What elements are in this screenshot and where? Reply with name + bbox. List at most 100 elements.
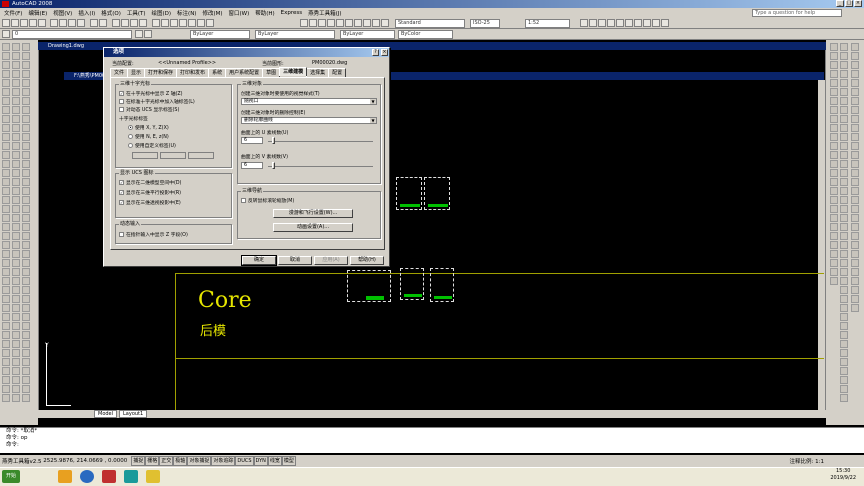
tool-icon[interactable] <box>22 232 30 240</box>
leader-icon[interactable] <box>354 19 362 27</box>
toggle-otrack[interactable]: 对象追踪 <box>211 456 236 466</box>
tab-plot-publish[interactable]: 打印和发布 <box>176 68 210 77</box>
tool-icon[interactable] <box>851 187 859 195</box>
tool-icon[interactable] <box>851 43 859 51</box>
tool-icon[interactable] <box>840 376 848 384</box>
layout-icon[interactable] <box>652 19 660 27</box>
tool-icon[interactable] <box>830 52 838 60</box>
join-icon[interactable] <box>12 151 20 159</box>
tool-icon[interactable] <box>851 277 859 285</box>
tool-icon[interactable] <box>851 70 859 78</box>
color-combo[interactable]: ByLayer <box>190 30 250 39</box>
tool-icon[interactable] <box>830 61 838 69</box>
tool-icon[interactable] <box>22 367 30 375</box>
u-isolines-input[interactable]: 6 <box>241 137 263 144</box>
walk-fly-settings-button[interactable]: 漫游和飞行设置(W)... <box>273 209 353 218</box>
tool-icon[interactable] <box>851 232 859 240</box>
tool-icon[interactable] <box>840 196 848 204</box>
toggle-ortho[interactable]: 正交 <box>159 456 174 466</box>
app-icon[interactable] <box>102 470 116 483</box>
tab-layout1[interactable]: Layout1 <box>119 410 148 418</box>
tool-icon[interactable] <box>851 205 859 213</box>
tool-icon[interactable] <box>851 124 859 132</box>
tool-icon[interactable] <box>840 133 848 141</box>
dim-edit-icon[interactable] <box>381 19 389 27</box>
menu-help[interactable]: 帮助(H) <box>255 9 274 17</box>
tool-icon[interactable] <box>840 178 848 186</box>
ucs-parallel-checkbox[interactable]: ✓ 显示在三维平行投影中(R) <box>119 189 181 196</box>
tool-icon[interactable] <box>22 142 30 150</box>
dim-aligned-icon[interactable] <box>309 19 317 27</box>
tool-icon[interactable] <box>851 196 859 204</box>
tool-icon[interactable] <box>851 79 859 87</box>
tool-icon[interactable] <box>2 295 10 303</box>
tool-icon[interactable] <box>840 52 848 60</box>
help-search-input[interactable]: Type a question for help <box>752 9 842 17</box>
tool-icon[interactable] <box>830 88 838 96</box>
spline-icon[interactable] <box>2 115 10 123</box>
v-isolines-input[interactable]: 6 <box>241 162 263 169</box>
tool-icon[interactable] <box>12 340 20 348</box>
tool-icon[interactable] <box>22 196 30 204</box>
tool-icon[interactable] <box>12 214 20 222</box>
tool-icon[interactable] <box>830 142 838 150</box>
scale-icon[interactable] <box>12 106 20 114</box>
tool-icon[interactable] <box>851 61 859 69</box>
tool-icon[interactable] <box>12 259 20 267</box>
dim-continue-icon[interactable] <box>345 19 353 27</box>
dim-angle-icon[interactable] <box>327 19 335 27</box>
menu-view[interactable]: 视图(V) <box>53 9 72 17</box>
tool-icon[interactable] <box>2 358 10 366</box>
tool-icon[interactable] <box>22 385 30 393</box>
tool-icon[interactable] <box>840 331 848 339</box>
tool-icon[interactable] <box>22 115 30 123</box>
tool-icon[interactable] <box>22 259 30 267</box>
tool-icon[interactable] <box>12 295 20 303</box>
tool-icon[interactable] <box>22 331 30 339</box>
paste-icon[interactable] <box>68 19 76 27</box>
redo-icon[interactable] <box>99 19 107 27</box>
tool-icon[interactable] <box>22 88 30 96</box>
tool-icon[interactable] <box>830 214 838 222</box>
start-button[interactable]: 开始 <box>2 470 20 483</box>
new-icon[interactable] <box>2 19 10 27</box>
tool-icon[interactable] <box>840 286 848 294</box>
model-icon[interactable] <box>643 19 651 27</box>
tool-icon[interactable] <box>22 169 30 177</box>
tool-icon[interactable] <box>22 151 30 159</box>
use-nez-radio[interactable]: 使用 N, E, z(N) <box>128 133 169 140</box>
custom-label-z-input[interactable] <box>188 152 214 159</box>
toggle-grid[interactable]: 栅格 <box>145 456 160 466</box>
tool-icon[interactable] <box>830 187 838 195</box>
tool-icon[interactable] <box>22 205 30 213</box>
tool-icon[interactable] <box>22 358 30 366</box>
tool-icon[interactable] <box>851 160 859 168</box>
layer-combo[interactable]: 0 <box>12 30 132 39</box>
v-isolines-slider[interactable] <box>268 166 373 167</box>
center-mark-icon[interactable] <box>372 19 380 27</box>
extend-icon[interactable] <box>12 133 20 141</box>
tool-icon[interactable] <box>830 70 838 78</box>
point-icon[interactable] <box>2 160 10 168</box>
open-icon[interactable] <box>11 19 19 27</box>
tool-icon[interactable] <box>851 151 859 159</box>
tool-icon[interactable] <box>22 340 30 348</box>
tool-icon[interactable] <box>851 304 859 312</box>
tool-icon[interactable] <box>22 106 30 114</box>
tool-icon[interactable] <box>830 115 838 123</box>
tool-icon[interactable] <box>840 385 848 393</box>
tool-icon[interactable] <box>830 205 838 213</box>
polyline-icon[interactable] <box>2 61 10 69</box>
tool-icon[interactable] <box>851 106 859 114</box>
tool-icon[interactable] <box>851 52 859 60</box>
tool-icon[interactable] <box>12 331 20 339</box>
tool-icon[interactable] <box>830 259 838 267</box>
tool-icon[interactable] <box>840 394 848 402</box>
tool-icon[interactable] <box>851 295 859 303</box>
tool-icon[interactable] <box>840 313 848 321</box>
print-icon[interactable] <box>29 19 37 27</box>
drawing-part[interactable] <box>400 268 424 300</box>
zoom-icon[interactable] <box>121 19 129 27</box>
tool-icon[interactable] <box>851 97 859 105</box>
tab-drafting[interactable]: 草图 <box>262 68 281 77</box>
